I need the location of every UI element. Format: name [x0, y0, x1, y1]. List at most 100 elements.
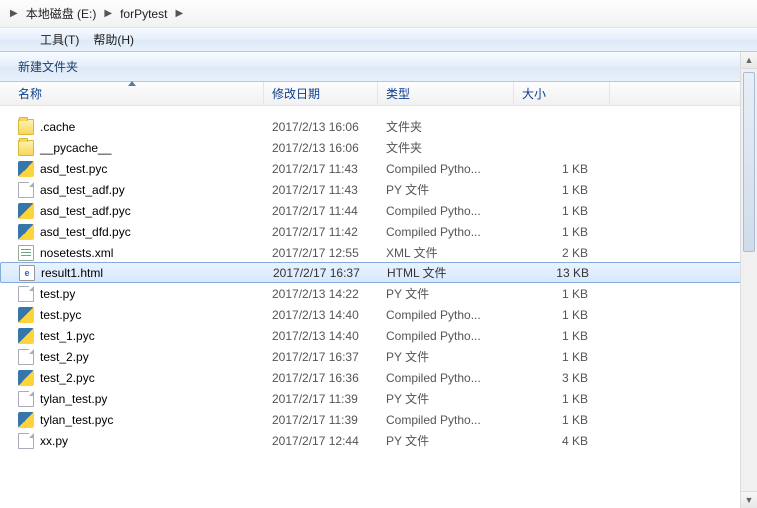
file-name: asd_test_dfd.pyc	[40, 225, 131, 239]
breadcrumb[interactable]: ▶ 本地磁盘 (E:) ▶ forPytest ▶	[0, 0, 757, 28]
breadcrumb-item[interactable]: forPytest	[118, 5, 169, 23]
file-type: PY 文件	[378, 432, 514, 449]
file-date: 2017/2/17 11:44	[264, 204, 378, 218]
file-date: 2017/2/17 16:37	[264, 350, 378, 364]
py-icon	[18, 412, 34, 428]
table-row[interactable]: xx.py 2017/2/17 12:44PY 文件4 KB	[0, 430, 757, 451]
py-icon	[18, 224, 34, 240]
table-row[interactable]: result1.html 2017/2/17 16:37HTML 文件13 KB	[0, 262, 757, 283]
table-row[interactable]: test.py2017/2/13 14:22PY 文件1 KB	[0, 283, 757, 304]
table-row[interactable]: nosetests.xml 2017/2/17 12:55XML 文件2 KB	[0, 242, 757, 263]
file-type: XML 文件	[378, 244, 514, 261]
file-size: 1 KB	[514, 329, 610, 343]
file-type: PY 文件	[378, 348, 514, 365]
chevron-right-icon[interactable]: ▶	[4, 8, 24, 19]
file-type: PY 文件	[378, 181, 514, 198]
file-date: 2017/2/17 12:55	[264, 246, 378, 260]
html-icon	[19, 265, 35, 281]
column-header-type[interactable]: 类型	[378, 82, 514, 105]
file-date: 2017/2/17 11:43	[264, 162, 378, 176]
file-date: 2017/2/17 12:44	[264, 434, 378, 448]
file-size: 1 KB	[514, 183, 610, 197]
scroll-down-icon[interactable]: ▼	[741, 491, 757, 508]
column-header-label: 修改日期	[272, 85, 320, 102]
column-header-label: 大小	[522, 85, 546, 102]
table-row[interactable]: asd_test.pyc2017/2/17 11:43Compiled Pyth…	[0, 158, 757, 179]
file-date: 2017/2/13 14:22	[264, 287, 378, 301]
file-size: 4 KB	[514, 434, 610, 448]
column-headers: 名称 修改日期 类型 大小	[0, 82, 757, 106]
table-row[interactable]: test_1.pyc2017/2/13 14:40Compiled Pytho.…	[0, 325, 757, 346]
file-type: Compiled Pytho...	[378, 204, 514, 218]
table-row[interactable]: asd_test_adf.py2017/2/17 11:43PY 文件1 KB	[0, 179, 757, 200]
py-icon	[18, 161, 34, 177]
menu-help[interactable]: 帮助(H)	[93, 31, 134, 48]
scrollbar-thumb[interactable]	[743, 72, 755, 252]
file-size: 1 KB	[514, 204, 610, 218]
table-row[interactable]: asd_test_dfd.pyc 2017/2/17 11:42Compiled …	[0, 221, 757, 242]
file-size: 1 KB	[514, 413, 610, 427]
file-date: 2017/2/17 11:39	[264, 392, 378, 406]
file-icon	[18, 349, 34, 365]
file-type: Compiled Pytho...	[378, 225, 514, 239]
file-type: Compiled Pytho...	[378, 371, 514, 385]
file-name: asd_test.pyc	[40, 162, 107, 176]
file-size: 1 KB	[514, 225, 610, 239]
file-name: xx.py	[40, 434, 68, 448]
file-size: 1 KB	[514, 350, 610, 364]
file-icon	[18, 433, 34, 449]
file-list: .cache 2017/2/13 16:06文件夹__pycache__2017/…	[0, 106, 757, 451]
file-icon	[18, 182, 34, 198]
file-name: test_2.pyc	[40, 371, 95, 385]
toolbar: 新建文件夹	[0, 52, 757, 82]
column-header-size[interactable]: 大小	[514, 82, 610, 105]
file-name: nosetests.xml	[40, 246, 113, 260]
file-date: 2017/2/17 11:39	[264, 413, 378, 427]
file-date: 2017/2/13 16:06	[264, 120, 378, 134]
file-name: test_1.pyc	[40, 329, 95, 343]
scroll-up-icon[interactable]: ▲	[741, 52, 757, 69]
file-icon	[18, 286, 34, 302]
column-header-name[interactable]: 名称	[0, 82, 264, 105]
column-header-label: 名称	[18, 85, 42, 102]
menu-tools[interactable]: 工具(T)	[40, 31, 79, 48]
file-size: 2 KB	[514, 246, 610, 260]
file-name: .cache	[40, 120, 75, 134]
file-size: 1 KB	[514, 162, 610, 176]
chevron-right-icon[interactable]: ▶	[98, 8, 118, 19]
file-type: HTML 文件	[379, 264, 515, 281]
folder-icon	[18, 119, 34, 135]
column-header-label: 类型	[386, 85, 410, 102]
file-type: Compiled Pytho...	[378, 413, 514, 427]
chevron-right-icon[interactable]: ▶	[169, 8, 189, 19]
file-date: 2017/2/17 16:37	[265, 266, 379, 280]
table-row[interactable]: tylan_test.pyc 2017/2/17 11:39Compiled Py…	[0, 409, 757, 430]
file-name: test.pyc	[40, 308, 81, 322]
table-row[interactable]: test_2.py 2017/2/17 16:37PY 文件1 KB	[0, 346, 757, 367]
table-row[interactable]: .cache2017/2/13 16:06文件夹	[0, 116, 757, 137]
breadcrumb-item[interactable]: 本地磁盘 (E:)	[24, 3, 99, 24]
file-size: 1 KB	[514, 392, 610, 406]
file-type: Compiled Pytho...	[378, 308, 514, 322]
table-row[interactable]: asd_test_adf.pyc2017/2/17 11:44Compiled …	[0, 200, 757, 221]
file-date: 2017/2/17 11:42	[264, 225, 378, 239]
file-date: 2017/2/17 16:36	[264, 371, 378, 385]
file-size: 1 KB	[514, 308, 610, 322]
file-name: tylan_test.pyc	[40, 413, 113, 427]
file-size: 13 KB	[515, 266, 611, 280]
file-size: 1 KB	[514, 287, 610, 301]
py-icon	[18, 203, 34, 219]
table-row[interactable]: test_2.pyc 2017/2/17 16:36Compiled Pytho.…	[0, 367, 757, 388]
file-type: 文件夹	[378, 139, 514, 156]
file-date: 2017/2/13 16:06	[264, 141, 378, 155]
file-name: result1.html	[41, 266, 103, 280]
new-folder-button[interactable]: 新建文件夹	[18, 58, 78, 75]
file-name: test.py	[40, 287, 75, 301]
vertical-scrollbar[interactable]: ▲ ▼	[740, 52, 757, 508]
file-name: test_2.py	[40, 350, 89, 364]
table-row[interactable]: tylan_test.py2017/2/17 11:39PY 文件1 KB	[0, 388, 757, 409]
table-row[interactable]: test.pyc2017/2/13 14:40Compiled Pytho...…	[0, 304, 757, 325]
xml-icon	[18, 245, 34, 261]
table-row[interactable]: __pycache__2017/2/13 16:06文件夹	[0, 137, 757, 158]
column-header-date[interactable]: 修改日期	[264, 82, 378, 105]
